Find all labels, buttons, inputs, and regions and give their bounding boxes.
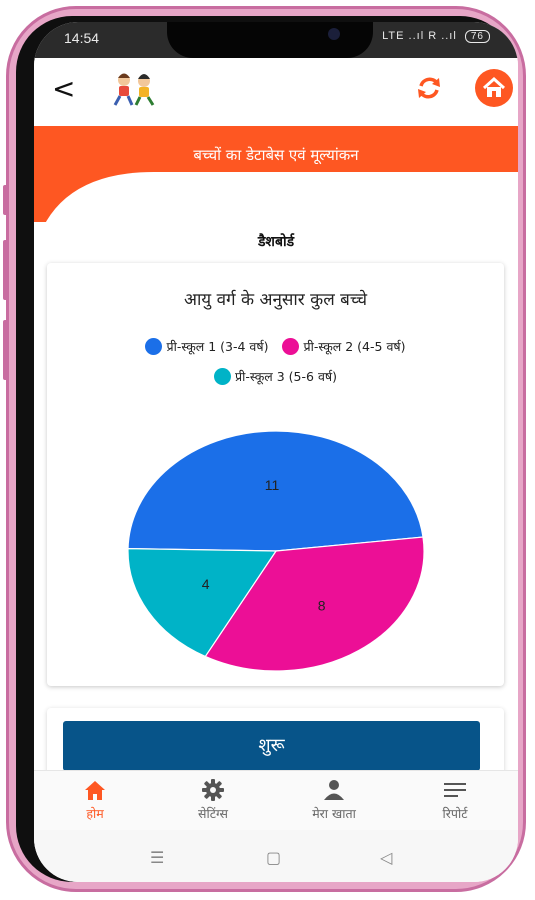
nav-label: सेटिंग्स — [198, 806, 228, 821]
home-icon — [482, 76, 506, 97]
battery-icon: 76 — [464, 30, 490, 43]
pie-slice-label: 8 — [318, 598, 326, 614]
legend-item[interactable]: प्री-स्कूल 2 (4-5 वर्ष) — [282, 338, 406, 355]
home-icon — [85, 781, 105, 800]
chart-card: आयु वर्ग के अनुसार कुल बच्चे प्री-स्कूल … — [47, 263, 504, 686]
legend-row: प्री-स्कूल 1 (3-4 वर्ष) प्री-स्कूल 2 (4-… — [47, 338, 504, 355]
pie-chart: 11 8 4 — [127, 431, 425, 671]
legend-item[interactable]: प्री-स्कूल 3 (5-6 वर्ष) — [213, 368, 338, 385]
back-arrow-icon[interactable]: < — [52, 72, 75, 105]
side-button — [3, 320, 9, 380]
side-button — [3, 185, 9, 215]
chart-title: आयु वर्ग के अनुसार कुल बच्चे — [183, 290, 368, 310]
legend-dot — [145, 338, 163, 355]
kids-logo — [113, 73, 155, 106]
pie-slice-label: 11 — [265, 477, 280, 493]
camera-icon — [328, 28, 340, 40]
home-button[interactable] — [475, 69, 513, 107]
legend-row: प्री-स्कूल 3 (5-6 वर्ष) — [47, 368, 504, 385]
system-home-icon[interactable]: ▢ — [266, 848, 281, 867]
status-time: 14:54 — [64, 30, 100, 46]
side-button — [3, 240, 9, 300]
sync-icon[interactable] — [413, 72, 445, 104]
legend-dot — [213, 368, 231, 385]
banner-title: बच्चों का डेटाबेस एवं मूल्यांकन — [193, 146, 359, 164]
dashboard-title: डैशबोर्ड — [257, 234, 295, 250]
start-button[interactable]: शुरू — [63, 721, 480, 771]
legend-item[interactable]: प्री-स्कूल 1 (3-4 वर्ष) — [145, 338, 269, 355]
nav-label: मेरा खाता — [312, 806, 356, 821]
system-back-icon[interactable]: ◁ — [380, 848, 392, 867]
nav-label: रिपोर्ट — [442, 806, 468, 821]
nav-item-account[interactable]: मेरा खाता — [289, 779, 379, 822]
person-icon — [324, 780, 344, 800]
pie-slice-label: 4 — [202, 576, 210, 592]
legend-label: प्री-स्कूल 2 (4-5 वर्ष) — [303, 339, 406, 354]
legend-label: प्री-स्कूल 1 (3-4 वर्ष) — [166, 339, 269, 354]
signal-text: LTE ..ıl R ..ıl — [382, 30, 457, 42]
app-screen: 14:54 LTE ..ıl R ..ıl 76 < बच्चों का डेट… — [34, 22, 518, 882]
notch — [167, 22, 373, 58]
legend-label: प्री-स्कूल 3 (5-6 वर्ष) — [234, 369, 338, 384]
recent-apps-icon[interactable]: ☰ — [150, 848, 164, 867]
app-header: < — [34, 58, 518, 126]
system-nav-bar: ☰ ▢ ◁ — [34, 830, 518, 882]
nav-label: होम — [86, 806, 104, 821]
nav-item-settings[interactable]: सेटिंग्स — [168, 779, 258, 822]
status-icons: LTE ..ıl R ..ıl 76 — [382, 30, 490, 43]
legend-dot — [282, 338, 300, 355]
menu-lines-icon — [444, 783, 466, 797]
nav-item-home[interactable]: होम — [50, 779, 140, 822]
bottom-nav: होम सेटिंग्स मेरा खाता रिपोर्ट — [34, 770, 518, 831]
nav-item-report[interactable]: रिपोर्ट — [410, 779, 500, 822]
gear-icon — [202, 779, 224, 801]
